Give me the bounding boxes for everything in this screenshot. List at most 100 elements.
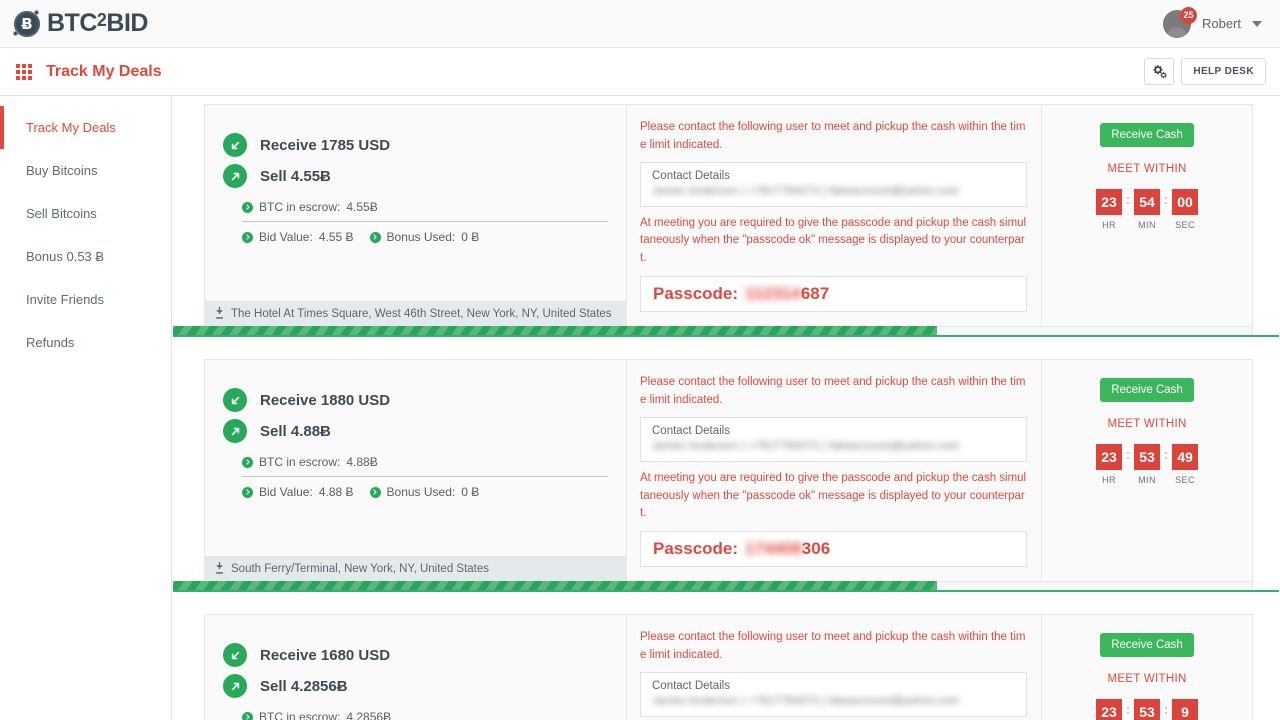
notification-badge[interactable]: 25 [1179, 6, 1197, 24]
sidebar-item-label: Buy Bitcoins [26, 163, 98, 178]
deal-progress-underline [173, 590, 1279, 593]
username-label[interactable]: Robert [1202, 16, 1241, 31]
contact-notice: Please contact the following user to mee… [640, 631, 1026, 661]
receive-amount: Receive 1680 USD [260, 646, 391, 664]
contact-details-label: Contact Details [652, 679, 730, 692]
deal-card[interactable]: Receive 1785 USD Sell 4.55Ƀ BTC in escro… [204, 104, 1253, 328]
logo-dot-bottom [13, 30, 18, 36]
bonus-used-value: 0 Ƀ [461, 485, 480, 500]
escrow-label: BTC in escrow: [259, 710, 341, 720]
timer-hours-value: 23 [1096, 699, 1122, 720]
deal-card[interactable]: Receive 1680 USD Sell 4.2856Ƀ BTC in esc… [204, 614, 1253, 720]
passcode-label: Passcode: [653, 284, 739, 304]
deal-address-bar[interactable]: The Hotel At Times Square, West 46th Str… [205, 301, 626, 327]
sidebar-item-label: Invite Friends [26, 292, 105, 307]
value-row: Bid Value: 4.55 Ƀ Bonus Used: 0 Ƀ [242, 230, 608, 244]
brand-logo[interactable]: Ƀ BTC2BID [13, 9, 148, 38]
grid-menu-icon[interactable] [16, 63, 32, 80]
avatar[interactable]: 25 [1162, 6, 1197, 38]
arrow-up-right-icon [223, 164, 247, 188]
chevron-right-bullet-icon [242, 456, 253, 468]
sub-header: Track My Deals HELP DESK [0, 48, 1280, 96]
deal-contact-panel: Please contact the following user to mee… [627, 360, 1042, 582]
passcode-notice: At meeting you are required to give the … [640, 471, 1027, 520]
timer-seconds-label: SEC [1175, 475, 1195, 486]
deal-card[interactable]: Receive 1880 USD Sell 4.88Ƀ BTC in escro… [204, 359, 1253, 583]
sell-row: Sell 4.2856Ƀ [223, 674, 608, 699]
timer-seconds-label: SEC [1175, 220, 1195, 230]
sell-amount: Sell 4.55Ƀ [260, 167, 331, 185]
chevron-right-bullet-icon [242, 711, 253, 720]
receive-row: Receive 1785 USD [223, 133, 608, 157]
settings-button[interactable] [1144, 58, 1175, 85]
value-row: Bid Value: 4.88 Ƀ Bonus Used: 0 Ƀ [242, 485, 608, 499]
sidebar-item-refunds[interactable]: Refunds [0, 321, 171, 364]
sidebar-item-sell-bitcoins[interactable]: Sell Bitcoins [0, 192, 171, 235]
deal-address: The Hotel At Times Square, West 46th Str… [231, 308, 612, 321]
deals-list[interactable]: Receive 1785 USD Sell 4.55Ƀ BTC in escro… [172, 96, 1280, 720]
timer-minutes: 53 MIN [1134, 699, 1160, 720]
deal-summary-panel: Receive 1680 USD Sell 4.2856Ƀ BTC in esc… [205, 615, 627, 720]
escrow-row: BTC in escrow: 4.2856Ƀ [242, 710, 608, 720]
timer-separator [1165, 189, 1167, 204]
chevron-right-bullet-icon [242, 486, 253, 498]
help-desk-button[interactable]: HELP DESK [1181, 58, 1266, 85]
countdown-timer: 23 HR 54 MIN 00 SEC [1096, 189, 1198, 230]
top-bar: Ƀ BTC2BID 25 Robert [0, 0, 1280, 48]
contact-details-box[interactable]: Contact Details James Anderson | +781778… [640, 161, 1027, 207]
escrow-row: BTC in escrow: 4.55Ƀ [242, 200, 608, 214]
arrow-down-left-icon [223, 643, 247, 668]
sidebar-item-buy-bitcoins[interactable]: Buy Bitcoins [0, 149, 171, 192]
meet-within-label: MEET WITHIN [1107, 163, 1187, 175]
detail-divider [242, 476, 608, 478]
bid-value: 4.55 Ƀ [318, 230, 354, 244]
receive-cash-button[interactable]: Receive Cash [1100, 633, 1194, 658]
escrow-row: BTC in escrow: 4.88Ƀ [242, 455, 608, 469]
timer-minutes-value: 53 [1134, 444, 1160, 471]
timer-seconds: 49 SEC [1172, 444, 1198, 485]
sidebar-item-track-my-deals[interactable]: Track My Deals [0, 106, 171, 149]
passcode-box[interactable]: Passcode: 112314687 [640, 276, 1027, 313]
timer-hours-value: 23 [1096, 444, 1122, 471]
deal-details: BTC in escrow: 4.88Ƀ Bid Value: 4.88 Ƀ B… [242, 455, 608, 499]
timer-minutes-label: MIN [1138, 475, 1156, 486]
receive-cash-button[interactable]: Receive Cash [1100, 123, 1194, 147]
contact-details-value-masked: James Anderson | +7817784073 | fakeaccou… [652, 694, 960, 707]
sidebar-item-label: Refunds [26, 335, 75, 350]
bid-value: 4.88 Ƀ [318, 485, 354, 500]
timer-hours: 23 HR [1096, 189, 1122, 230]
passcode-label: Passcode: [653, 539, 739, 559]
chevron-down-icon[interactable] [1252, 20, 1262, 27]
passcode-visible-part: 687 [800, 284, 830, 304]
receive-cash-button[interactable]: Receive Cash [1100, 378, 1194, 403]
deal-contact-panel: Please contact the following user to mee… [627, 615, 1042, 720]
deal-progress-bar [173, 581, 1279, 593]
bid-value-group: Bid Value: 4.55 Ƀ [242, 230, 354, 244]
timer-hours: 23 HR [1096, 444, 1122, 485]
bitcoin-logo-icon: Ƀ [13, 9, 40, 37]
sidebar-item-label: Sell Bitcoins [26, 206, 97, 221]
timer-seconds-value: 00 [1172, 189, 1198, 215]
sell-row: Sell 4.55Ƀ [223, 164, 608, 188]
passcode-box[interactable]: Passcode: 174408306 [640, 531, 1027, 568]
timer-hours-value: 23 [1096, 189, 1122, 215]
contact-details-value-masked: James Anderson | +7817784073 | fakeaccou… [652, 439, 960, 452]
timer-seconds-value: 9 [1172, 699, 1198, 720]
timer-separator [1127, 699, 1129, 715]
timer-seconds: 00 SEC [1172, 189, 1198, 230]
receive-row: Receive 1680 USD [223, 643, 608, 668]
meet-within-label: MEET WITHIN [1107, 673, 1187, 686]
contact-details-box[interactable]: Contact Details James Anderson | +781778… [640, 671, 1027, 717]
brand-sup: 2 [96, 10, 107, 30]
sidebar-item-bonus[interactable]: Bonus 0.53 Ƀ [0, 235, 171, 278]
passcode-visible-part: 306 [801, 539, 831, 559]
timer-seconds-value: 49 [1172, 444, 1198, 471]
contact-details-box[interactable]: Contact Details James Anderson | +781778… [640, 416, 1027, 462]
sell-amount: Sell 4.88Ƀ [260, 422, 331, 440]
countdown-timer: 23 HR 53 MIN 9 SEC [1096, 699, 1198, 720]
sidebar-item-invite-friends[interactable]: Invite Friends [0, 278, 171, 321]
detail-divider [242, 221, 608, 222]
escrow-label: BTC in escrow: [259, 200, 341, 214]
deal-address-bar[interactable]: South Ferry/Terminal, New York, NY, Unit… [205, 556, 626, 582]
passcode-masked-part: 174408 [745, 539, 802, 559]
